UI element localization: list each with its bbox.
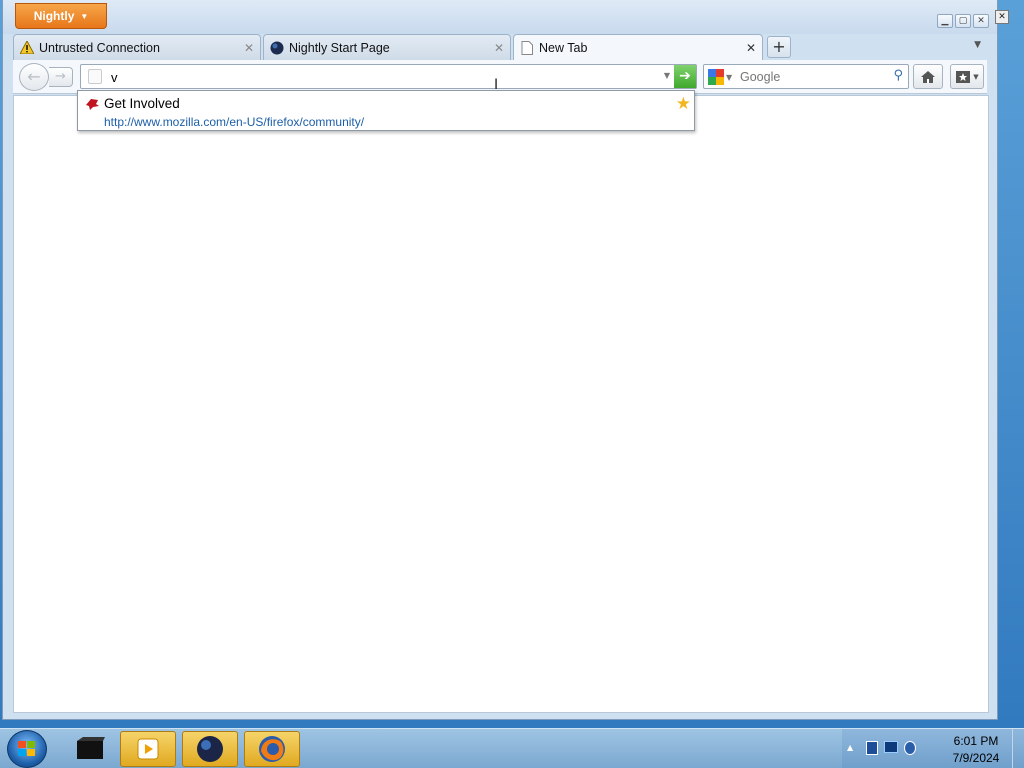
back-forward-group: ← →	[19, 63, 75, 91]
volume-icon[interactable]	[904, 741, 916, 755]
close-window-button[interactable]: ✕	[973, 14, 989, 28]
display-icon[interactable]	[884, 741, 898, 753]
app-button-label: Nightly	[33, 9, 75, 23]
tray-icons	[866, 741, 916, 755]
google-icon	[708, 69, 724, 85]
url-autocomplete-popup: Get Involved http://www.mozilla.com/en-U…	[77, 90, 695, 131]
back-arrow-icon: ←	[27, 67, 41, 86]
chevron-down-icon: ▼	[973, 72, 979, 81]
windows-logo-icon	[18, 741, 35, 756]
tab-label: Untrusted Connection	[39, 40, 160, 55]
taskbar-terminal[interactable]	[62, 731, 118, 767]
home-button-wrap	[913, 64, 943, 89]
text-cursor-icon: I	[494, 77, 499, 93]
back-button[interactable]: ←	[19, 63, 49, 91]
outer-close-icon[interactable]: ✕	[995, 10, 1009, 24]
new-tab-button[interactable]: +	[767, 36, 791, 58]
suggestion-title[interactable]: Get Involved	[104, 96, 180, 111]
firefox-icon	[259, 736, 285, 762]
system-tray: ▲ 6:01 PM 7/9/2024	[842, 729, 1024, 768]
close-tab-icon[interactable]: ✕	[494, 41, 504, 55]
taskbar-globe-app[interactable]	[182, 731, 238, 767]
url-bar[interactable]: ▼ ➔	[80, 64, 697, 89]
chevron-down-icon: ▼	[80, 11, 89, 21]
taskbar-media-player[interactable]	[120, 731, 176, 767]
forward-button[interactable]: →	[49, 67, 73, 87]
tab-untrusted-connection[interactable]: Untrusted Connection ✕	[13, 34, 261, 60]
home-button[interactable]	[913, 64, 943, 89]
terminal-icon	[77, 737, 105, 759]
window-controls: ▁ ▢ ✕	[937, 14, 989, 28]
close-tab-icon[interactable]: ✕	[746, 41, 756, 55]
go-arrow-icon: ➔	[679, 68, 691, 84]
tab-list-dropdown-icon[interactable]: ▼	[974, 40, 981, 50]
show-hidden-icons-icon[interactable]: ▲	[847, 743, 853, 752]
home-icon	[921, 70, 935, 83]
minimize-button[interactable]: ▁	[937, 14, 953, 28]
network-icon[interactable]	[866, 741, 878, 755]
tab-nightly-start-page[interactable]: Nightly Start Page ✕	[263, 34, 511, 60]
close-tab-icon[interactable]: ✕	[244, 41, 254, 55]
tab-bar: Untrusted Connection ✕ Nightly Start Pag…	[13, 34, 987, 60]
tab-new-tab[interactable]: New Tab ✕	[513, 34, 763, 60]
search-input[interactable]	[740, 68, 880, 86]
clock-date[interactable]: 7/9/2024	[946, 751, 1006, 765]
get-involved-favicon-icon	[84, 97, 100, 114]
taskbar: ▲ 6:01 PM 7/9/2024	[0, 728, 1024, 768]
blank-page-icon	[520, 40, 534, 55]
go-button[interactable]: ➔	[674, 65, 696, 88]
warning-icon	[20, 41, 34, 55]
suggestion-url[interactable]: http://www.mozilla.com/en-US/firefox/com…	[104, 115, 364, 129]
clock-time[interactable]: 6:01 PM	[946, 734, 1006, 748]
bookmark-star-icon: ★	[675, 94, 691, 114]
forward-arrow-icon: →	[55, 69, 66, 84]
nightly-menu-button[interactable]: Nightly ▼	[15, 3, 107, 29]
show-desktop-button[interactable]	[1012, 729, 1024, 768]
chevron-down-icon: ▼	[726, 72, 733, 82]
page-content[interactable]	[13, 95, 989, 713]
navigation-toolbar: ← → ▼ ➔ ▼ ⚲	[13, 60, 987, 94]
search-bar[interactable]: ▼ ⚲	[703, 64, 909, 89]
bookmarks-button-wrap: ▼	[950, 64, 984, 89]
globe-app-icon	[197, 736, 223, 762]
title-bar: Nightly ▼ ▁ ▢ ✕	[3, 0, 997, 34]
tab-label: Nightly Start Page	[289, 40, 390, 55]
nightly-globe-icon	[270, 41, 284, 55]
start-button[interactable]	[7, 730, 47, 768]
bookmarks-star-icon	[956, 70, 971, 83]
url-input[interactable]	[111, 68, 651, 86]
site-identity-icon[interactable]	[88, 69, 102, 84]
maximize-button[interactable]: ▢	[955, 14, 971, 28]
search-engine-selector[interactable]: ▼	[708, 68, 736, 86]
search-icon[interactable]: ⚲	[893, 68, 903, 83]
url-history-dropdown-icon[interactable]: ▼	[664, 71, 670, 80]
bookmarks-menu-button[interactable]: ▼	[950, 64, 984, 89]
taskbar-firefox[interactable]	[244, 731, 300, 767]
tab-label: New Tab	[539, 40, 588, 55]
media-player-icon	[137, 738, 159, 760]
